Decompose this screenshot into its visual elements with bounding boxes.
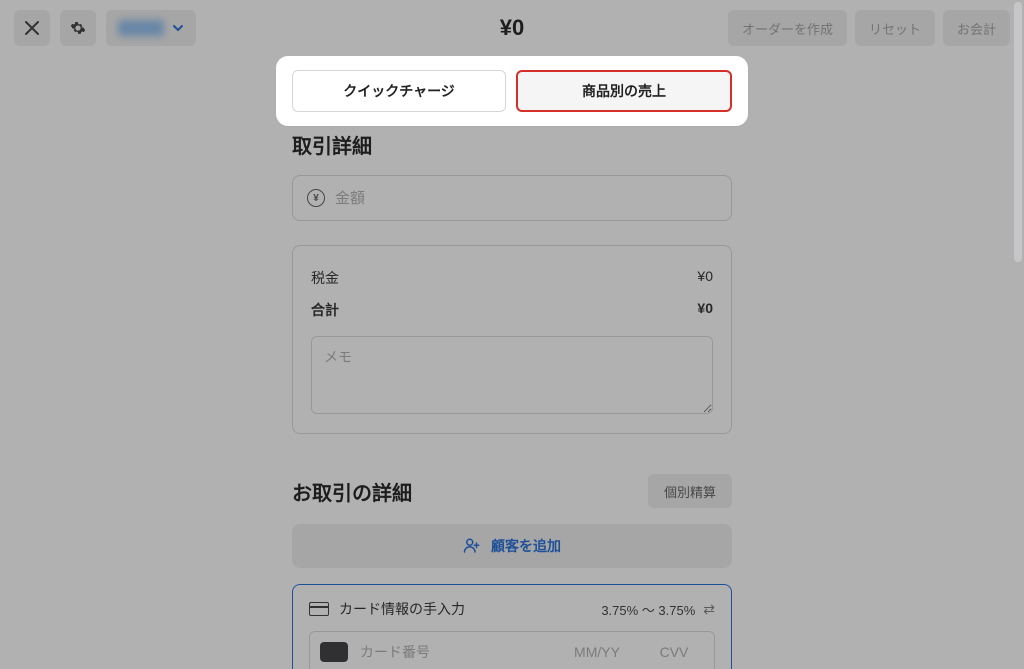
card-number-input[interactable] [360,644,550,660]
add-customer-label: 顧客を追加 [491,536,561,556]
card-chip-icon [320,642,348,662]
memo-input[interactable] [311,336,713,414]
scrollbar[interactable] [1014,2,1022,262]
swap-icon[interactable]: ⇄ [703,601,715,618]
top-bar: ¥0 オーダーを作成 リセット お会計 [0,0,1024,56]
totals-box: 税金 ¥0 合計 ¥0 [292,245,732,434]
tab-item-sale[interactable]: 商品別の売上 [516,70,732,112]
total-label: 合計 [311,300,339,320]
add-person-icon [463,537,481,555]
close-button[interactable] [14,10,50,46]
transaction-details2-heading: お取引の詳細 [292,477,412,506]
tax-value: ¥0 [697,268,713,288]
chevron-down-icon [172,22,184,34]
header-actions: オーダーを作成 リセット お会計 [728,10,1010,46]
card-expiry-input[interactable] [562,644,632,660]
card-rate-text: 3.75% ～ 3.75% [601,600,695,619]
gear-icon [70,20,86,36]
location-dropdown[interactable] [106,10,196,46]
tax-row: 税金 ¥0 [311,262,713,294]
total-value: ¥0 [697,300,713,320]
card-cvv-input[interactable] [644,644,704,660]
settings-button[interactable] [60,10,96,46]
create-order-button[interactable]: オーダーを作成 [728,10,847,46]
total-row: 合計 ¥0 [311,294,713,326]
tax-label: 税金 [311,268,339,288]
card-entry-panel: カード情報の手入力 3.75% ～ 3.75% ⇄ [292,584,732,669]
tab-quick-charge[interactable]: クイックチャージ [292,70,506,112]
amount-field[interactable]: ¥ [292,175,732,221]
card-icon [309,602,329,616]
transaction-details-heading: 取引詳細 [292,130,732,159]
card-fields[interactable] [309,631,715,669]
manual-card-entry-label: カード情報の手入力 [339,599,465,619]
close-icon [25,21,39,35]
page-body: 取引詳細 ¥ 税金 ¥0 合計 ¥0 お取引の詳細 個別精算 顧客を追加 [0,56,1024,669]
reset-button[interactable]: リセット [855,10,935,46]
split-payment-button[interactable]: 個別精算 [648,474,732,508]
add-customer-button[interactable]: 顧客を追加 [292,524,732,568]
checkout-button[interactable]: お会計 [943,10,1010,46]
charge-mode-tabs: クイックチャージ 商品別の売上 [276,56,748,126]
location-name-redacted [118,20,164,36]
amount-input[interactable] [335,190,717,207]
yen-icon: ¥ [307,189,325,207]
